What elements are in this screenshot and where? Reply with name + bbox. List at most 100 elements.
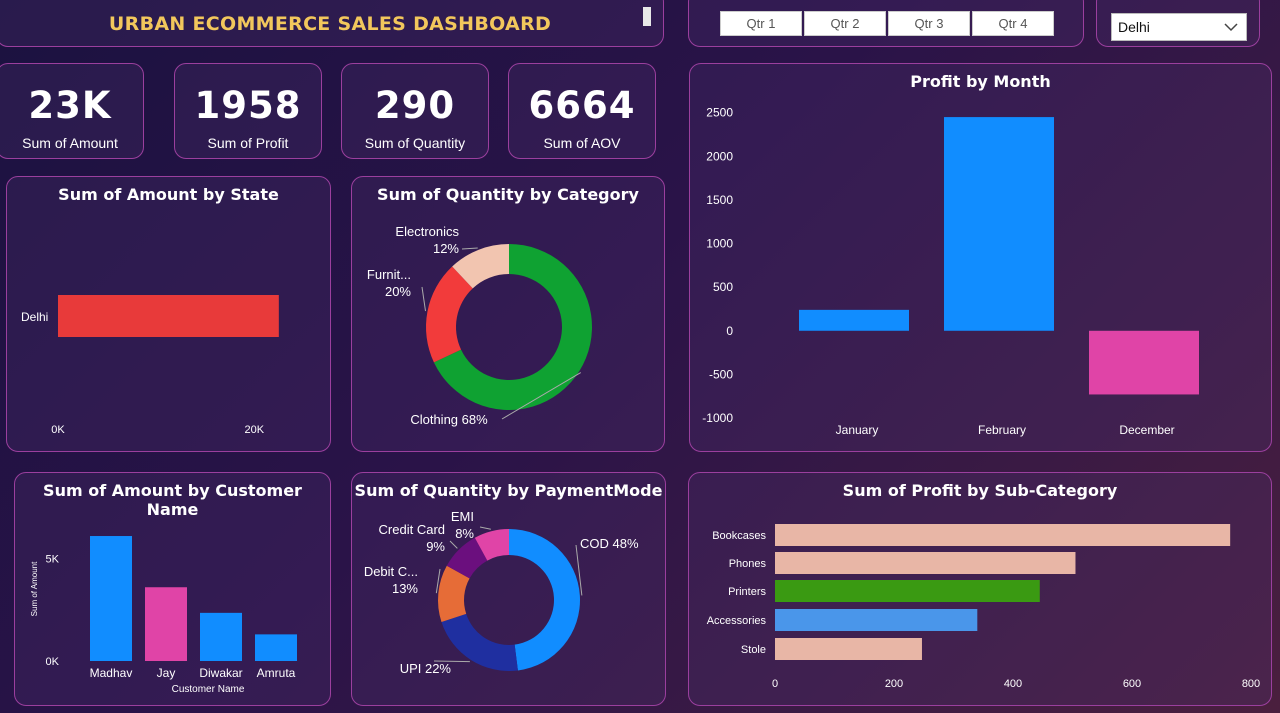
bar-bookcases — [775, 524, 1231, 546]
kpi-card-amount: 23K Sum of Amount — [0, 63, 144, 159]
y-tick-label: 500 — [713, 280, 733, 294]
x-tick-label: 200 — [885, 678, 903, 690]
chart-amount-by-customer[interactable]: Sum of Amount by Customer Name 0K 5K Sum o… — [14, 472, 331, 706]
x-axis-label: Customer Name — [172, 684, 245, 695]
y-tick-label: 1000 — [706, 237, 733, 251]
slice-value-label: UPI 22% — [400, 661, 452, 676]
slice-value-label: 9% — [426, 539, 445, 554]
x-tick-label: 0K — [51, 424, 65, 436]
kpi-label: Sum of Profit — [207, 135, 289, 151]
bar-stole — [775, 638, 922, 660]
slice-value-label: 8% — [455, 526, 474, 541]
payment-donut-chart: COD 48% UPI 22% Debit C... 13% Credit Card 9%… — [364, 509, 639, 676]
bar-december — [1089, 330, 1199, 395]
slice-value-label: Clothing 68% — [410, 412, 488, 427]
kpi-value: 290 — [374, 84, 456, 127]
chevron-down-icon — [1224, 23, 1238, 32]
kpi-card-profit: 1958 Sum of Profit — [174, 63, 322, 159]
city-slicer: Delhi — [1096, 0, 1260, 47]
bar-accessories — [775, 609, 978, 631]
city-dropdown[interactable]: Delhi — [1111, 13, 1247, 41]
y-tick-label: 2000 — [706, 149, 733, 163]
quarter-button-1[interactable]: Qtr 1 — [720, 11, 802, 36]
slice-value-label: COD 48% — [580, 536, 639, 551]
slice-upi — [441, 613, 518, 671]
category-label: Bookcases — [712, 530, 766, 542]
quarter-button-2[interactable]: Qtr 2 — [804, 11, 886, 36]
y-tick-label: 2500 — [706, 106, 733, 120]
x-tick-label: 600 — [1123, 678, 1141, 690]
y-tick-label: -500 — [709, 367, 733, 381]
slice-name-label: Debit C... — [364, 564, 418, 579]
slice-cod — [509, 529, 580, 671]
bar-phones — [775, 552, 1076, 574]
category-donut-chart: Clothing 68% Furnit... 20% Electronics 12% — [367, 224, 592, 427]
quarter-button-4[interactable]: Qtr 4 — [972, 11, 1054, 36]
category-label: Phones — [729, 558, 767, 570]
bar-february — [944, 117, 1054, 331]
title-panel: URBAN ECOMMERCE SALES DASHBOARD — [0, 0, 664, 47]
month-bar-chart: 2500 2000 1500 1000 500 0 -500 -1000 January Febr… — [702, 106, 1199, 437]
category-label: Printers — [728, 586, 766, 598]
kpi-value: 1958 — [194, 84, 302, 127]
slice-value-label: 12% — [433, 241, 459, 256]
y-axis-label: Sum of Amount — [30, 561, 39, 616]
x-tick-label: 400 — [1004, 678, 1022, 690]
x-tick-label: 20K — [245, 424, 265, 436]
leader-line — [479, 526, 491, 530]
x-tick-label: Amruta — [257, 666, 296, 680]
x-tick-label: Diwakar — [199, 666, 242, 680]
chart-quantity-by-payment[interactable]: Sum of Quantity by PaymentMode COD 48% UP… — [351, 472, 666, 706]
chart-profit-by-month[interactable]: Profit by Month 2500 2000 1500 1000 500 0 -500… — [689, 63, 1272, 452]
x-tick-label: February — [978, 423, 1026, 437]
bar-diwakar — [200, 612, 242, 661]
customer-bar-chart: 0K 5K Sum of Amount Customer Name Madhav Jay D… — [30, 536, 297, 695]
chart-amount-by-state[interactable]: Sum of Amount by State Delhi 0K 20K — [6, 176, 331, 452]
chart-profit-by-subcategory[interactable]: Sum of Profit by Sub-Category Bookcases P… — [688, 472, 1272, 706]
bar-amruta — [255, 634, 297, 661]
kpi-label: Sum of Quantity — [364, 135, 466, 151]
city-dropdown-value: Delhi — [1118, 19, 1150, 35]
y-tick-label: 0K — [46, 656, 60, 668]
slice-name-label: Credit Card — [379, 522, 445, 537]
y-tick-label: 5K — [46, 554, 60, 566]
category-label: Delhi — [21, 310, 48, 324]
x-tick-label: 800 — [1242, 678, 1260, 690]
kpi-label: Sum of Amount — [22, 135, 118, 151]
slice-name-label: Furnit... — [367, 267, 411, 282]
bar-madhav — [90, 536, 132, 661]
kpi-card-quantity: 290 Sum of Quantity — [341, 63, 489, 159]
bar-delhi — [58, 295, 279, 337]
scroll-handle-icon[interactable] — [643, 7, 651, 26]
x-tick-label: 0 — [772, 678, 778, 690]
category-label: Accessories — [707, 615, 767, 627]
subcategory-bar-chart: Bookcases Phones Printers Accessories Stole 0… — [707, 524, 1260, 690]
category-label: Stole — [741, 644, 766, 656]
x-tick-label: January — [836, 423, 879, 437]
bar-jay — [145, 587, 187, 661]
y-tick-label: 0 — [726, 324, 733, 338]
slice-value-label: 20% — [385, 284, 411, 299]
quarter-slicer: Qtr 1 Qtr 2 Qtr 3 Qtr 4 — [688, 0, 1084, 47]
slice-name-label: EMI — [451, 509, 474, 524]
state-bar-chart: Delhi 0K 20K — [21, 295, 279, 436]
dashboard-title: URBAN ECOMMERCE SALES DASHBOARD — [108, 13, 552, 35]
y-tick-label: -1000 — [702, 411, 733, 425]
chart-quantity-by-category[interactable]: Sum of Quantity by Category Clothing 68%… — [351, 176, 665, 452]
leader-line — [461, 247, 478, 250]
leader-line — [421, 286, 427, 312]
kpi-card-aov: 6664 Sum of AOV — [508, 63, 656, 159]
kpi-value: 6664 — [528, 84, 636, 127]
x-tick-label: Jay — [157, 666, 176, 680]
kpi-label: Sum of AOV — [543, 135, 621, 151]
x-tick-label: Madhav — [90, 666, 133, 680]
kpi-value: 23K — [28, 84, 112, 127]
x-tick-label: December — [1119, 423, 1174, 437]
slice-value-label: 13% — [392, 581, 418, 596]
slice-name-label: Electronics — [395, 224, 459, 239]
quarter-button-3[interactable]: Qtr 3 — [888, 11, 970, 36]
leader-line — [449, 540, 458, 549]
bar-printers — [775, 580, 1040, 602]
y-tick-label: 1500 — [706, 193, 733, 207]
bar-january — [799, 309, 909, 331]
